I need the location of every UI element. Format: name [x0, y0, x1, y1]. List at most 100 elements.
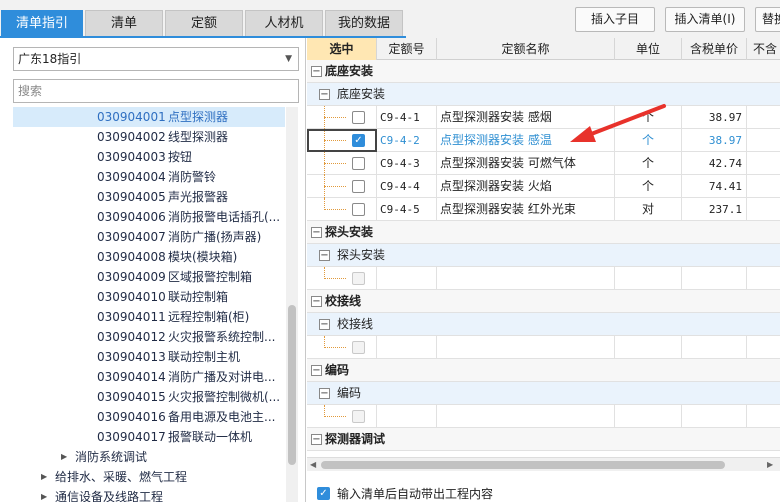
tree-item[interactable]: 030904004 消防警铃	[13, 167, 285, 187]
collapse-icon[interactable]: −	[319, 89, 330, 100]
collapse-icon[interactable]: −	[319, 250, 330, 261]
guide-select[interactable]: 广东18指引 ▼	[13, 47, 299, 71]
tree-item-label: 消防报警电话插孔(...	[168, 210, 281, 224]
tree-item-code: 030904004	[97, 170, 166, 184]
scroll-right-icon[interactable]: ▶	[767, 458, 773, 472]
select-cell[interactable]	[307, 405, 377, 428]
grid-header: 选中 定额号 定额名称 单位 含税单价 不含	[307, 38, 780, 60]
empty-cell	[437, 267, 615, 290]
tree-item[interactable]: 030904002 线型探测器	[13, 127, 285, 147]
table-row-empty[interactable]	[307, 405, 780, 428]
row-checkbox-checked[interactable]: ✓	[352, 134, 365, 147]
tab-list[interactable]: 清单	[85, 10, 163, 36]
section-row[interactable]: − 探测器调试	[307, 428, 780, 451]
tree-item-label: 备用电源及电池主...	[168, 410, 276, 424]
insert-child-button[interactable]: 插入子目	[575, 7, 655, 32]
tree-scrollbar[interactable]	[286, 107, 298, 502]
tree-item-code: 030904008	[97, 250, 166, 264]
collapse-icon[interactable]: −	[311, 365, 322, 376]
tree-group-water-heating-gas[interactable]: ▶ 给排水、采暖、燃气工程	[13, 467, 285, 487]
scrollbar-thumb[interactable]	[288, 305, 296, 465]
auto-bring-content-checkbox[interactable]: ✓	[317, 487, 330, 500]
subsection-row[interactable]: − 底座安装	[307, 83, 780, 106]
tree-item-code: 030904015	[97, 390, 166, 404]
table-row-empty[interactable]	[307, 267, 780, 290]
tree-item[interactable]: 030904017 报警联动一体机	[13, 427, 285, 447]
select-cell[interactable]	[307, 336, 377, 359]
row-checkbox[interactable]	[352, 180, 365, 193]
collapse-icon[interactable]: −	[319, 388, 330, 399]
tree-item[interactable]: 030904016 备用电源及电池主...	[13, 407, 285, 427]
select-cell[interactable]	[307, 175, 377, 198]
table-row[interactable]: C9-4-4 点型探测器安装 火焰 个 74.41	[307, 175, 780, 198]
tree-item-label: 模块(模块箱)	[168, 250, 238, 264]
col-header-price[interactable]: 含税单价	[682, 38, 747, 60]
table-row[interactable]: C9-4-5 点型探测器安装 红外光束 对 237.1	[307, 198, 780, 221]
tab-labor-material-machine[interactable]: 人材机	[245, 10, 323, 36]
tree-group-communication[interactable]: ▶ 通信设备及线路工程	[13, 487, 285, 502]
guide-tree: 030904001 点型探测器 030904002 线型探测器 030904003 按…	[13, 107, 285, 502]
quota-name: 点型探测器安装 感温	[437, 129, 615, 152]
row-checkbox[interactable]	[352, 157, 365, 170]
tree-group-fire-system-debug[interactable]: ▶ 消防系统调试	[13, 447, 285, 467]
tree-item[interactable]: 030904014 消防广播及对讲电...	[13, 367, 285, 387]
select-cell[interactable]: ✓	[307, 129, 377, 152]
scroll-left-icon[interactable]: ◀	[310, 458, 316, 472]
tree-item-label: 远程控制箱(柜)	[168, 310, 250, 324]
search-input[interactable]	[13, 79, 299, 103]
tree-item-code: 030904005	[97, 190, 166, 204]
section-row[interactable]: − 探头安装	[307, 221, 780, 244]
table-row[interactable]: C9-4-3 点型探测器安装 可燃气体 个 42.74	[307, 152, 780, 175]
col-header-price-excl-tax[interactable]: 不含	[747, 38, 780, 60]
tree-item[interactable]: 030904009 区域报警控制箱	[13, 267, 285, 287]
section-row[interactable]: − 校接线	[307, 290, 780, 313]
quota-name: 点型探测器安装 火焰	[437, 175, 615, 198]
grid-horizontal-scrollbar[interactable]: ◀ ▶	[307, 457, 780, 471]
tree-item[interactable]: 030904010 联动控制箱	[13, 287, 285, 307]
select-cell[interactable]	[307, 106, 377, 129]
table-row-selected[interactable]: ✓ C9-4-2 点型探测器安装 感温 个 38.97	[307, 129, 780, 152]
collapse-icon[interactable]: −	[311, 227, 322, 238]
tree-item[interactable]: 030904007 消防广播(扬声器)	[13, 227, 285, 247]
tab-my-data[interactable]: 我的数据	[325, 10, 403, 36]
replace-button[interactable]: 替换	[755, 7, 780, 32]
quota-name: 点型探测器安装 感烟	[437, 106, 615, 129]
subsection-row[interactable]: − 探头安装	[307, 244, 780, 267]
insert-list-button[interactable]: 插入清单(I)	[665, 7, 745, 32]
row-checkbox[interactable]	[352, 203, 365, 216]
row-checkbox-disabled	[352, 410, 365, 423]
select-cell[interactable]	[307, 198, 377, 221]
collapse-icon[interactable]: −	[311, 66, 322, 77]
collapse-icon[interactable]: −	[319, 319, 330, 330]
tree-item-030904001[interactable]: 030904001 点型探测器	[13, 107, 285, 127]
scrollbar-thumb[interactable]	[321, 461, 725, 469]
tree-item[interactable]: 030904015 火灾报警控制微机(...	[13, 387, 285, 407]
col-header-name[interactable]: 定额名称	[437, 38, 615, 60]
select-cell[interactable]	[307, 152, 377, 175]
tree-item[interactable]: 030904003 按钮	[13, 147, 285, 167]
col-header-select[interactable]: 选中	[307, 38, 377, 60]
section-row[interactable]: − 编码	[307, 359, 780, 382]
tree-item[interactable]: 030904013 联动控制主机	[13, 347, 285, 367]
table-row-empty[interactable]	[307, 336, 780, 359]
table-row[interactable]: C9-4-1 点型探测器安装 感烟 个 38.97	[307, 106, 780, 129]
select-cell[interactable]	[307, 267, 377, 290]
col-header-unit[interactable]: 单位	[615, 38, 682, 60]
tree-item-code: 030904003	[97, 150, 166, 164]
row-checkbox[interactable]	[352, 111, 365, 124]
tree-item[interactable]: 030904008 模块(模块箱)	[13, 247, 285, 267]
tree-item[interactable]: 030904012 火灾报警系统控制...	[13, 327, 285, 347]
collapse-icon[interactable]: −	[311, 296, 322, 307]
tree-item[interactable]: 030904011 远程控制箱(柜)	[13, 307, 285, 327]
col-header-code[interactable]: 定额号	[377, 38, 437, 60]
collapse-icon[interactable]: −	[311, 434, 322, 445]
tree-item-label: 声光报警器	[168, 190, 229, 204]
subsection-row[interactable]: − 校接线	[307, 313, 780, 336]
tab-quota[interactable]: 定额	[165, 10, 243, 36]
tree-item[interactable]: 030904005 声光报警器	[13, 187, 285, 207]
subsection-row[interactable]: − 编码	[307, 382, 780, 405]
tree-item[interactable]: 030904006 消防报警电话插孔(...	[13, 207, 285, 227]
caret-right-icon: ▶	[61, 452, 68, 461]
tab-list-guide[interactable]: 清单指引	[1, 10, 83, 36]
section-row[interactable]: − 底座安装	[307, 60, 780, 83]
